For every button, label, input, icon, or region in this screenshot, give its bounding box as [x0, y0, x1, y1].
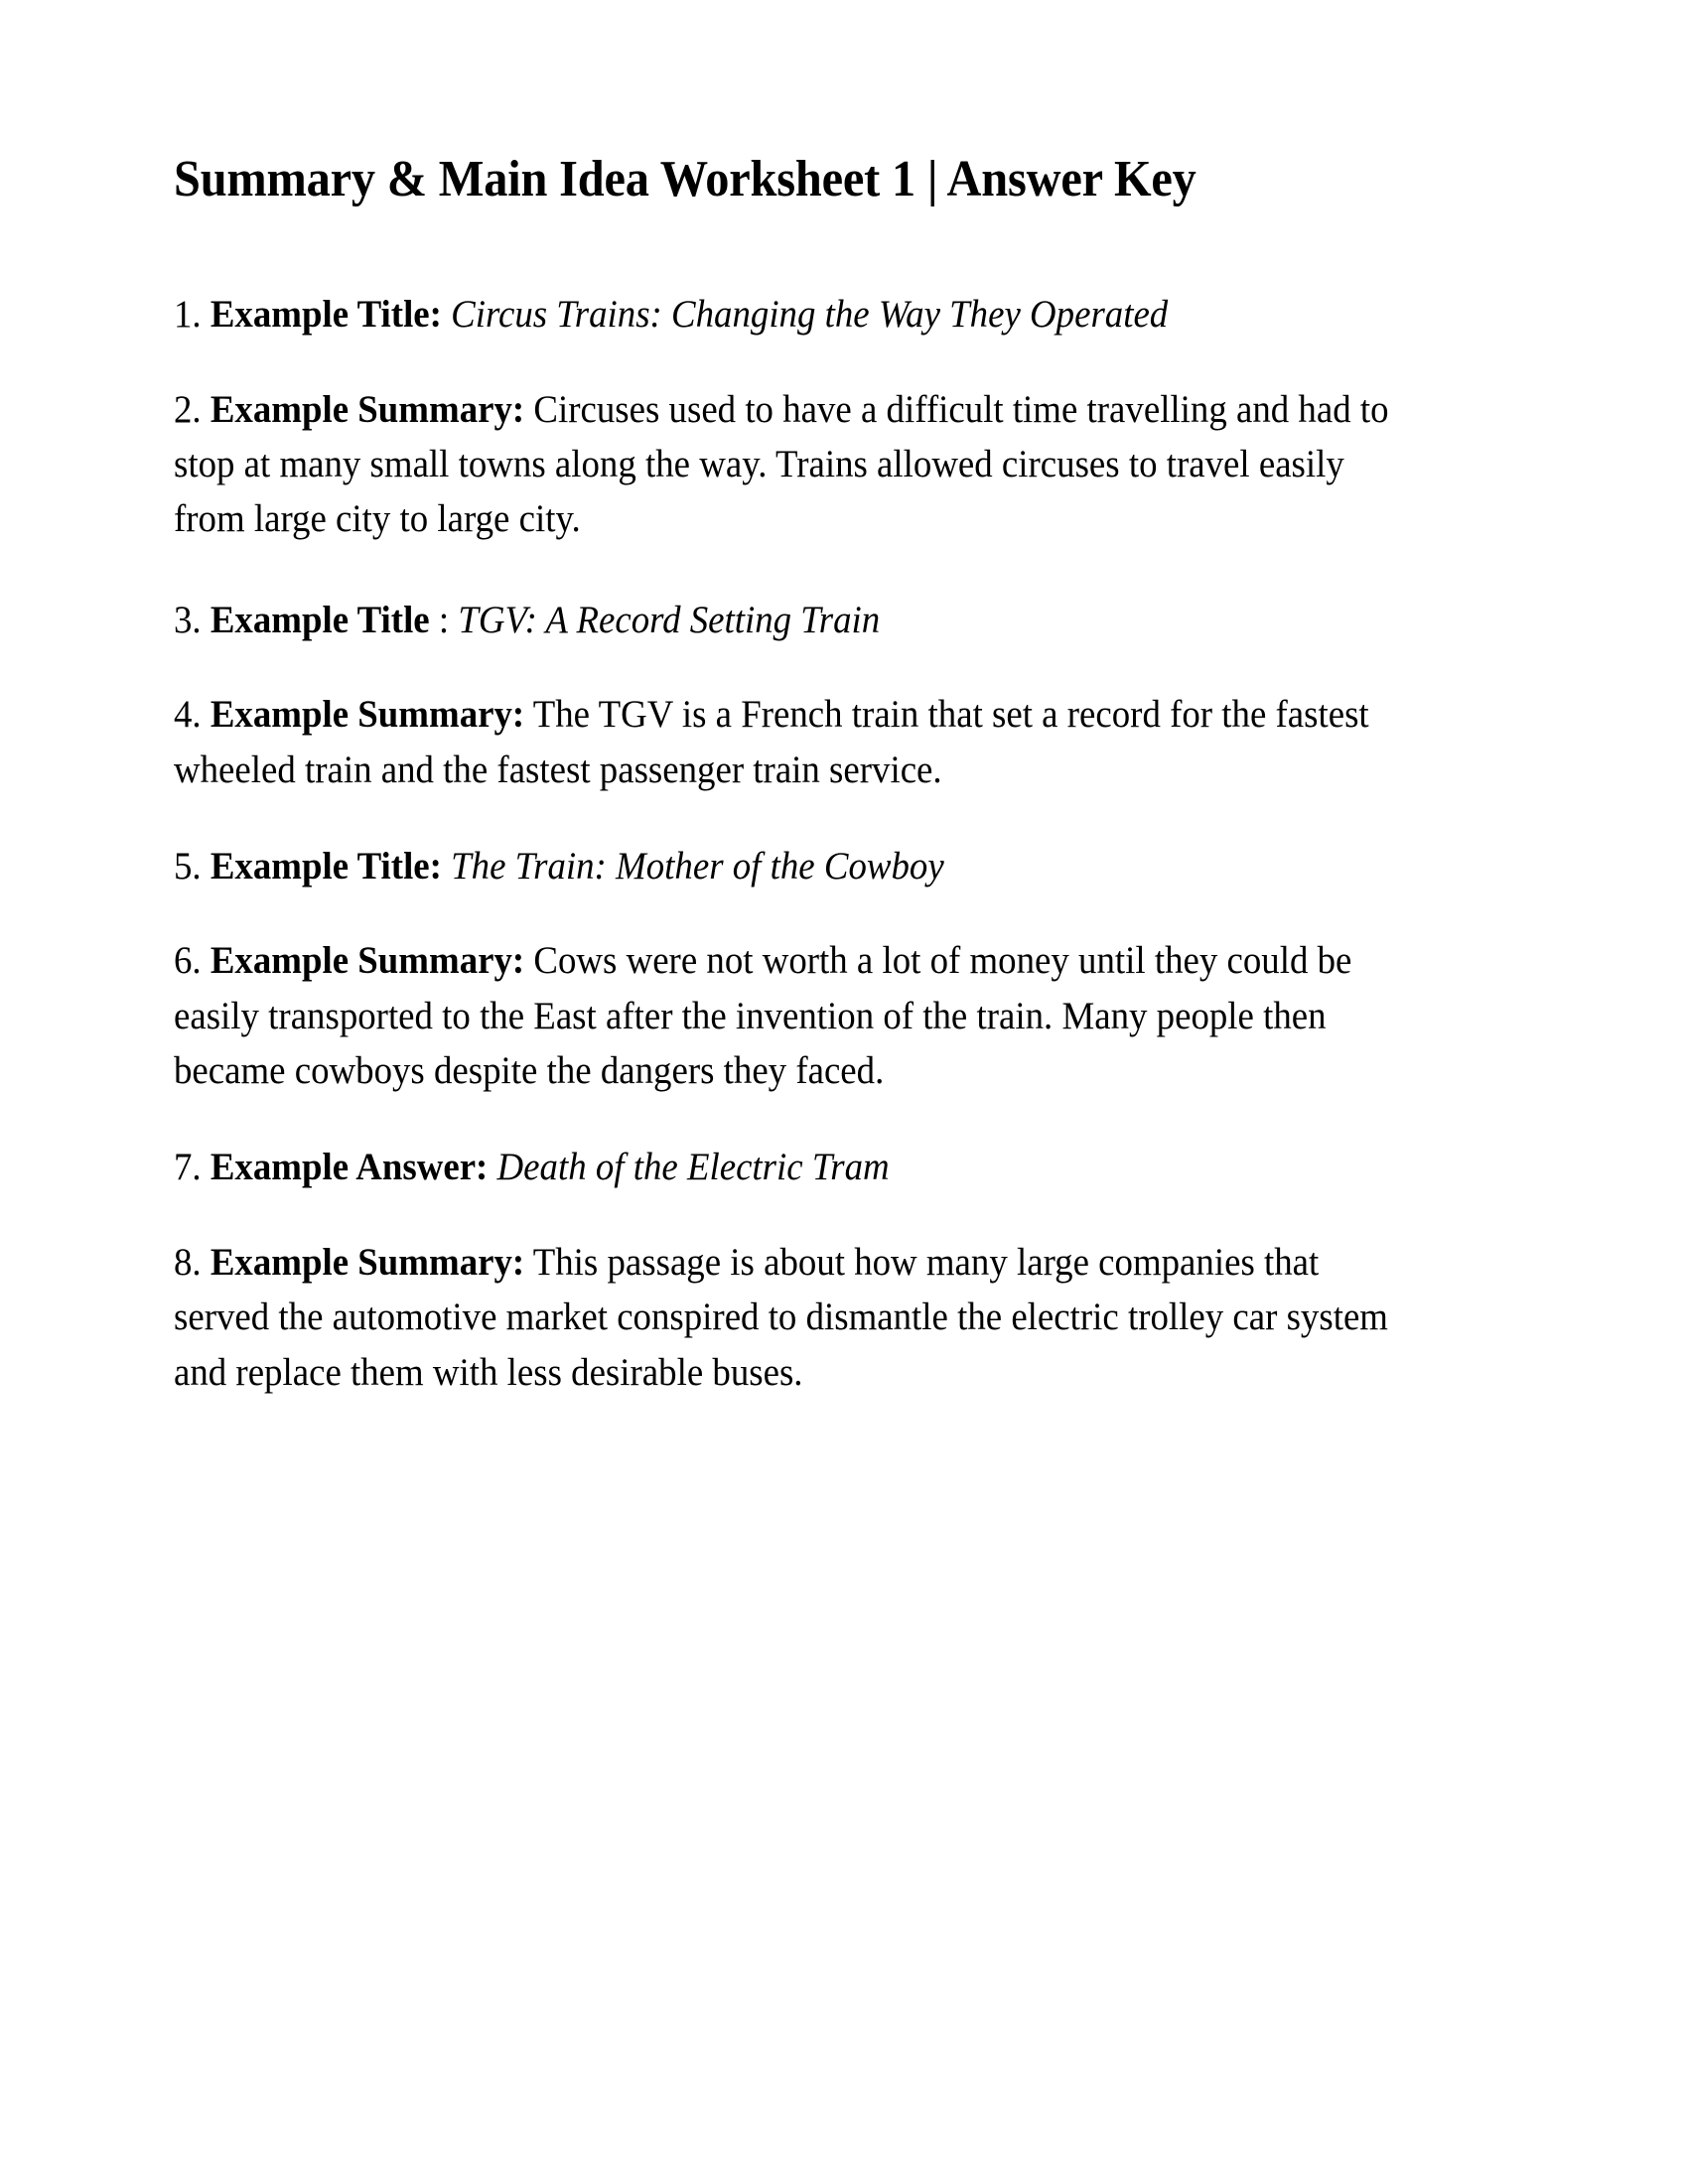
- answer-value: TGV: A Record Setting Train: [458, 598, 881, 641]
- answer-item-4: 4. Example Summary: The TGV is a French …: [174, 687, 1422, 797]
- answer-label: Example Summary:: [210, 1240, 525, 1284]
- answer-number: 1.: [174, 293, 202, 337]
- answer-item-1: 1. Example Title: Circus Trains: Changin…: [174, 287, 1422, 341]
- answer-number: 7.: [174, 1146, 202, 1189]
- answer-number: 6.: [174, 939, 202, 983]
- worksheet-page: Summary & Main Idea Worksheet 1 | Answer…: [0, 0, 1688, 2184]
- answer-item-8: 8. Example Summary: This passage is abou…: [174, 1235, 1422, 1400]
- answer-item-2: 2. Example Summary: Circuses used to hav…: [174, 382, 1422, 547]
- answer-item-7: 7. Example Answer: Death of the Electric…: [174, 1140, 1422, 1194]
- page-title: Summary & Main Idea Worksheet 1 | Answer…: [174, 151, 1196, 207]
- answer-item-3: 3. Example Title : TGV: A Record Setting…: [174, 593, 1422, 647]
- answer-number: 8.: [174, 1240, 202, 1284]
- answer-label: Example Summary:: [210, 693, 525, 737]
- answer-value: The Train: Mother of the Cowboy: [451, 844, 944, 887]
- answer-separator: :: [438, 598, 459, 641]
- answer-label: Example Title:: [210, 844, 442, 887]
- answer-label: Example Summary:: [210, 939, 525, 983]
- answer-list: 1. Example Title: Circus Trains: Changin…: [174, 287, 1539, 1400]
- answer-label: Example Answer:: [210, 1146, 489, 1189]
- answer-label: Example Title:: [210, 293, 442, 337]
- answer-number: 5.: [174, 844, 202, 887]
- answer-value: Death of the Electric Tram: [496, 1146, 890, 1189]
- answer-value: Circus Trains: Changing the Way They Ope…: [451, 293, 1169, 337]
- answer-number: 2.: [174, 387, 202, 431]
- answer-label: Example Title: [210, 598, 430, 641]
- answer-number: 4.: [174, 693, 202, 737]
- answer-label: Example Summary:: [210, 387, 525, 431]
- answer-number: 3.: [174, 598, 202, 641]
- answer-item-6: 6. Example Summary: Cows were not worth …: [174, 933, 1422, 1098]
- answer-item-5: 5. Example Title: The Train: Mother of t…: [174, 839, 1422, 893]
